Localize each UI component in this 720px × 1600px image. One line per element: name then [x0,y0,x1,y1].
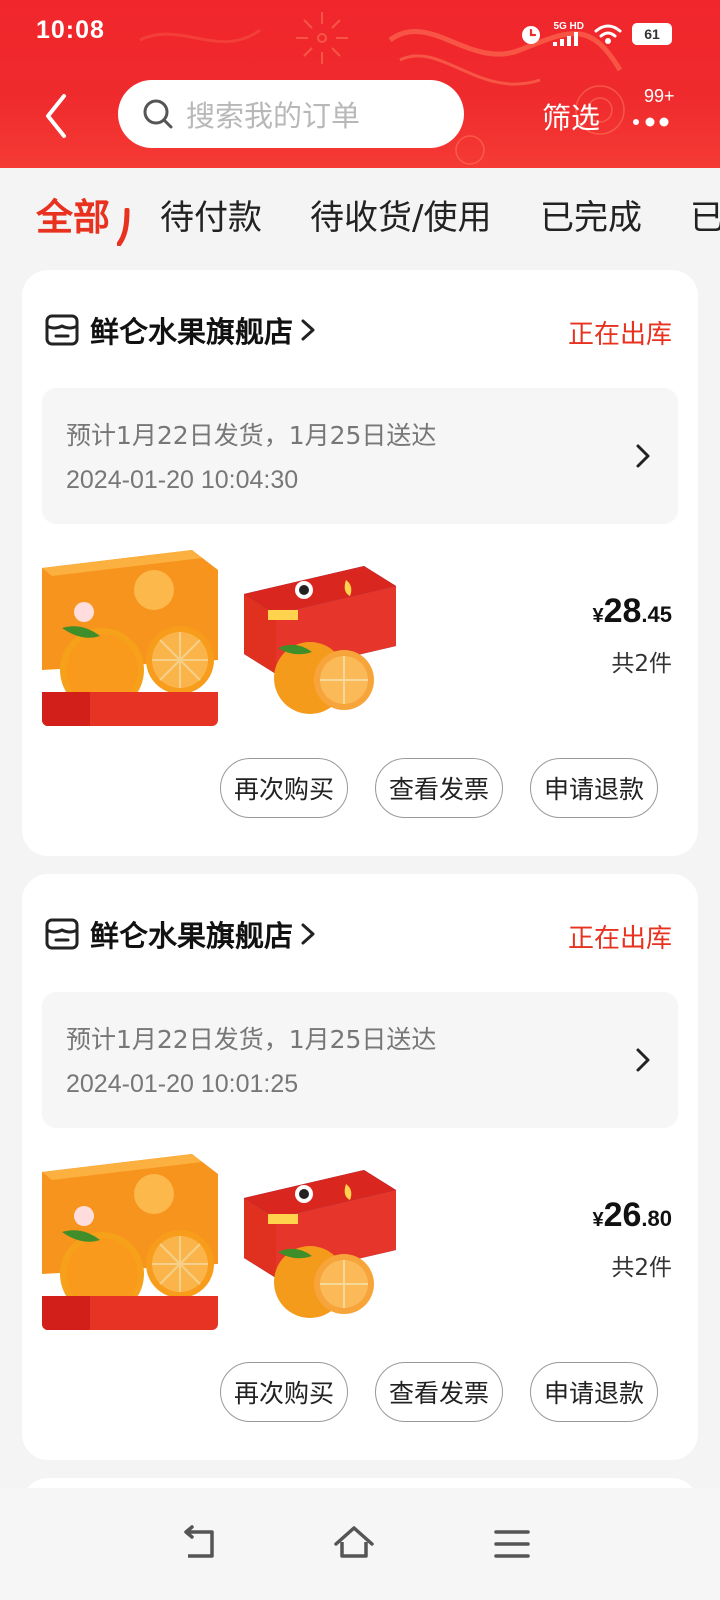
orange-box-product-image [42,550,218,726]
signal-group: 5G HD [553,22,584,46]
more-button[interactable]: 99+ [628,86,684,142]
chevron-right-icon [636,1048,650,1072]
shop-link[interactable]: 鲜仑水果旗舰店 [44,308,317,352]
status-bar: 10:08 5G HD 61 [0,0,720,68]
view-invoice-button[interactable]: 查看发票 [375,758,503,818]
price-integer: 26 [603,1196,642,1234]
order-tabs: 全部 待付款 待收货/使用 已完成 已 [0,168,720,264]
tab-all[interactable]: 全部 [36,187,110,241]
more-dots-icon [633,117,669,127]
battery-indicator: 61 [632,23,672,45]
search-icon [143,99,173,129]
order-price: ¥28.45 [592,592,672,631]
menu-icon [494,1530,530,1558]
chevron-right-icon [301,319,315,341]
red-gift-box-product-image [234,550,410,726]
item-count: 共2件 [611,651,672,677]
request-refund-button[interactable]: 申请退款 [530,758,658,818]
shipping-info[interactable]: 预计1月22日发货，1月25日送达 2024-01-20 10:04:30 [42,388,678,524]
tab-pending-payment[interactable]: 待付款 [160,190,262,239]
back-arrow-icon [184,1525,214,1558]
product-image-red-box[interactable] [234,1154,410,1330]
home-icon [334,1526,374,1558]
status-icons: 5G HD 61 [519,20,672,48]
buy-again-button[interactable]: 再次购买 [220,758,348,818]
network-label: 5G HD [553,21,584,32]
product-image-red-box[interactable] [234,550,410,726]
order-card[interactable]: 鲜仑水果旗舰店 正在出库 预计1月22日发货，1月25日送达 2024-01-2… [22,270,698,856]
chevron-right-icon [636,444,650,468]
request-refund-button[interactable]: 申请退款 [530,1362,658,1422]
status-time: 10:08 [36,16,105,44]
app-header: 10:08 5G HD 61 搜索我的订单 筛选 99+ [0,0,720,168]
tab-overflow[interactable]: 已 [690,190,720,239]
shop-link[interactable]: 鲜仑水果旗舰店 [44,912,317,956]
search-placeholder: 搜索我的订单 [186,99,361,133]
price-integer: 28 [603,592,642,630]
signal-icon [553,32,579,46]
chevron-right-icon [301,923,315,945]
wifi-icon [594,24,622,44]
orange-box-product-image [42,1154,218,1330]
alarm-icon [522,26,541,44]
item-count: 共2件 [611,1255,672,1281]
search-input[interactable]: 搜索我的订单 [118,80,464,148]
message-badge: 99+ [644,86,675,106]
tab-pending-receipt[interactable]: 待收货/使用 [310,190,491,239]
shop-icon [45,314,79,346]
order-status: 正在出库 [567,924,672,954]
shipping-estimate: 预计1月22日发货，1月25日送达 [66,421,437,450]
tab-active-indicator [117,208,130,246]
nav-back-button[interactable] [178,1522,222,1566]
filter-button[interactable]: 筛选 [542,95,600,137]
shop-icon [45,918,79,950]
tab-completed[interactable]: 已完成 [540,190,642,239]
order-time: 2024-01-20 10:04:30 [66,466,299,494]
system-nav-bar [0,1488,720,1600]
chevron-left-icon [46,94,66,138]
nav-recents-button[interactable] [490,1522,534,1566]
buy-again-button[interactable]: 再次购买 [220,1362,348,1422]
back-button[interactable] [38,92,78,140]
shipping-estimate: 预计1月22日发货，1月25日送达 [66,1025,437,1054]
red-gift-box-product-image [234,1154,410,1330]
price-decimal: .45 [641,602,672,627]
shop-name: 鲜仑水果旗舰店 [90,919,294,953]
price-symbol: ¥ [592,1209,604,1231]
price-symbol: ¥ [592,605,604,627]
order-price: ¥26.80 [592,1196,672,1235]
product-image-orange-box[interactable] [42,550,218,726]
order-time: 2024-01-20 10:01:25 [66,1070,299,1098]
product-image-orange-box[interactable] [42,1154,218,1330]
shipping-info[interactable]: 预计1月22日发货，1月25日送达 2024-01-20 10:01:25 [42,992,678,1128]
shop-name: 鲜仑水果旗舰店 [90,315,294,349]
price-decimal: .80 [641,1206,672,1231]
nav-home-button[interactable] [332,1522,376,1566]
view-invoice-button[interactable]: 查看发票 [375,1362,503,1422]
order-status: 正在出库 [567,320,672,350]
order-card[interactable]: 鲜仑水果旗舰店 正在出库 预计1月22日发货，1月25日送达 2024-01-2… [22,874,698,1460]
